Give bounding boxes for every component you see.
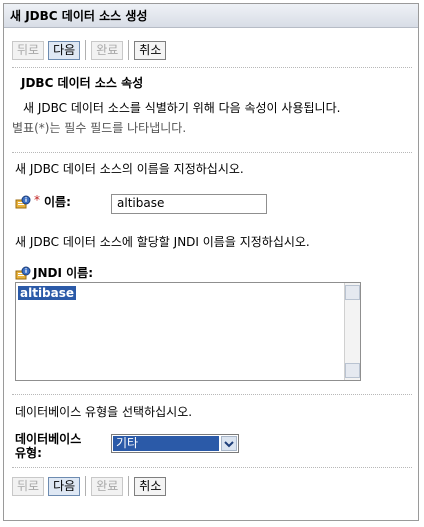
info-help-icon bbox=[15, 195, 31, 209]
button-separator bbox=[128, 476, 130, 496]
db-type-select[interactable]: 기타 bbox=[111, 434, 239, 453]
finish-button[interactable]: 완료 bbox=[91, 40, 124, 60]
next-button[interactable]: 다음 bbox=[48, 476, 81, 496]
divider bbox=[12, 152, 412, 153]
db-type-instruction: 데이터베이스 유형을 선택하십시오. bbox=[15, 405, 193, 419]
back-button[interactable]: 뒤로 bbox=[12, 40, 45, 60]
jndi-instruction: 새 JDBC 데이터 소스에 할당할 JNDI 이름을 지정하십시오. bbox=[15, 235, 310, 249]
section-heading: JDBC 데이터 소스 속성 bbox=[21, 76, 144, 90]
vertical-scrollbar[interactable] bbox=[344, 283, 360, 380]
db-type-label-line2: 유형: bbox=[15, 446, 42, 460]
window-title: 새 JDBC 데이터 소스 생성 bbox=[4, 4, 418, 28]
back-button[interactable]: 뒤로 bbox=[12, 476, 45, 496]
required-asterisk: * bbox=[34, 193, 40, 207]
jndi-value: altibase bbox=[18, 286, 77, 300]
db-type-selected: 기타 bbox=[113, 436, 219, 451]
jndi-textarea[interactable]: altibase bbox=[15, 282, 361, 381]
button-separator bbox=[85, 476, 87, 496]
divider bbox=[12, 67, 412, 68]
finish-button[interactable]: 완료 bbox=[91, 476, 124, 496]
jndi-label: JNDI 이름: bbox=[33, 266, 93, 280]
name-input[interactable]: altibase bbox=[111, 194, 267, 214]
name-instruction: 새 JDBC 데이터 소스의 이름을 지정하십시오. bbox=[15, 162, 244, 176]
cancel-button[interactable]: 취소 bbox=[134, 40, 167, 60]
scroll-up-icon[interactable] bbox=[345, 285, 360, 300]
next-button[interactable]: 다음 bbox=[48, 40, 81, 60]
scroll-down-icon[interactable] bbox=[345, 363, 360, 378]
name-label: 이름: bbox=[44, 195, 71, 209]
divider bbox=[12, 394, 412, 395]
required-note: 별표(*)는 필수 필드를 나타냅니다. bbox=[12, 121, 187, 135]
divider bbox=[12, 467, 412, 468]
info-help-icon bbox=[15, 266, 31, 280]
button-separator bbox=[128, 40, 130, 60]
top-button-row: 뒤로 다음 완료 취소 bbox=[12, 39, 167, 61]
bottom-button-row: 뒤로 다음 완료 취소 bbox=[12, 475, 167, 497]
wizard-panel: 새 JDBC 데이터 소스 생성 뒤로 다음 완료 취소 JDBC 데이터 소스… bbox=[3, 3, 419, 521]
cancel-button[interactable]: 취소 bbox=[134, 476, 167, 496]
section-description: 새 JDBC 데이터 소스를 식별하기 위해 다음 속성이 사용됩니다. bbox=[23, 101, 341, 115]
chevron-down-icon[interactable] bbox=[221, 436, 237, 451]
button-separator bbox=[85, 40, 87, 60]
